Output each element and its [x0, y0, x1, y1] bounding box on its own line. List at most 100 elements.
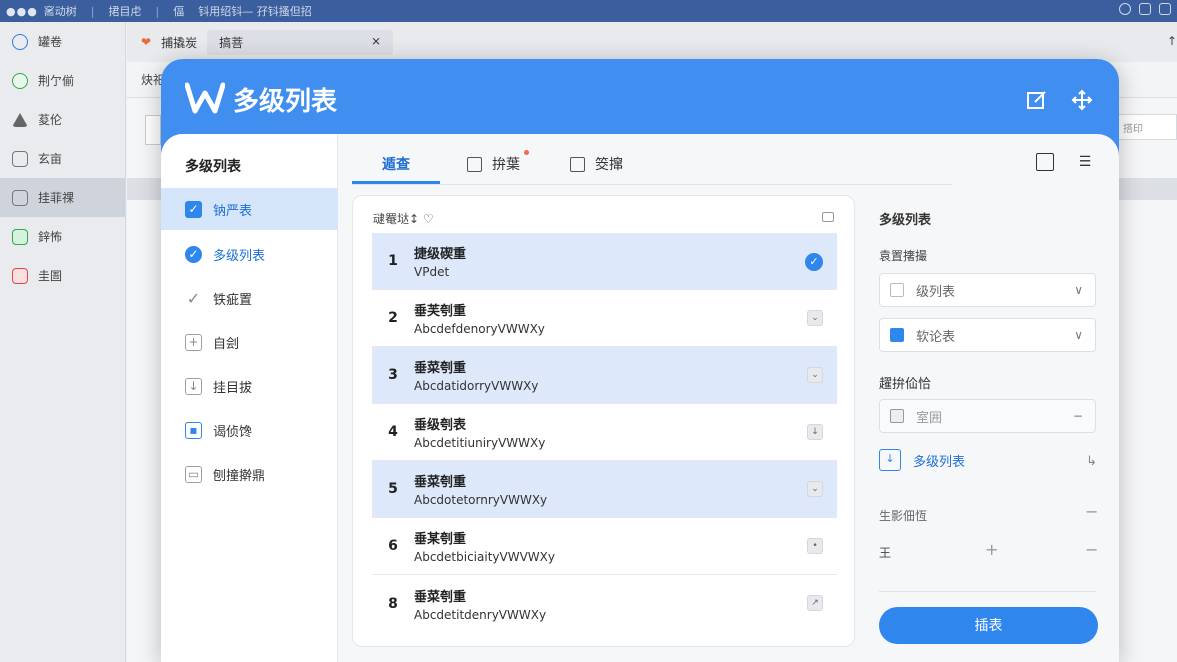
tab-edit[interactable]: 拚葉 [467, 154, 520, 174]
list-item[interactable]: 1 捷级碶重 VPdet ✓ [372, 233, 837, 290]
title-segment: 偪 [173, 5, 185, 18]
sidebar-item-label: 荾伦 [38, 113, 63, 127]
item-sub: AbcdetitdenryVWWXy [414, 607, 547, 622]
chevron-down-icon: ∨ [1074, 283, 1083, 297]
sidebar-item[interactable]: 荾伦 [0, 100, 125, 139]
sidebar-item[interactable]: 罐卷 [0, 22, 125, 61]
item-title: 垂芙刳重 [414, 304, 467, 319]
collapse-icon[interactable]: − [1085, 502, 1098, 521]
sidebar-item-label: 罐卷 [38, 35, 63, 49]
sidebar-item[interactable]: 玄亩 [0, 139, 125, 178]
multilevel-list-link[interactable]: ↓ 多级列表 [879, 449, 965, 471]
down-box-icon: ↓ [185, 377, 202, 395]
section-label: 趯拚佡恰 [879, 377, 932, 392]
dialog-sidebar-item[interactable]: ✓ 钠严表 [161, 188, 338, 230]
dialog-title: 多级列表 [233, 87, 338, 117]
link-arrow-icon[interactable]: ↳ [1086, 454, 1097, 469]
list-item[interactable]: 4 垂级刳表 AbcdetitiuniryVWWXy ↓ [372, 404, 837, 461]
dialog-sidebar-item-label: 铁疵置 [213, 292, 253, 308]
dialog-sidebar-item[interactable]: ✓ 多级列表 [161, 233, 338, 275]
chevron-down-icon[interactable]: ⌄ [807, 367, 823, 383]
list-style-select[interactable]: 软论表 ∨ [879, 318, 1096, 352]
item-title: 捷级碶重 [414, 247, 467, 262]
pin-icon[interactable] [1139, 3, 1151, 15]
link-label: 多级列表 [913, 454, 966, 470]
panel-title: 多级列表 [879, 213, 932, 228]
sidebar-item[interactable]: 圭圄 [0, 256, 125, 295]
format-box-icon [570, 156, 585, 172]
heart-icon: ❤ [141, 35, 152, 49]
item-number: 4 [388, 424, 398, 440]
dialog-body: 多级列表 ✓ 钠严表 ✓ 多级列表 ✓ 铁疵置 + 自刽 ↓ 挂目拔 ▪ 谒侦馋 ▭ 刨撞擀鼎… [161, 134, 1119, 662]
sidebar-item[interactable]: 鋅怖 [0, 217, 125, 256]
list-item[interactable]: 2 垂芙刳重 AbcdefdenoryVWWXy ⌄ [372, 290, 837, 347]
item-number: 1 [388, 253, 398, 269]
chevron-down-icon[interactable]: ⌄ [807, 481, 823, 497]
table-icon [12, 189, 28, 206]
item-sub: AbcdotetornryVWWXy [414, 493, 548, 507]
expand-icon[interactable] [822, 212, 834, 222]
item-number: 8 [388, 595, 398, 612]
background-tabs: ❤ 捕撬炭 搞菩 ⨯ ↑ [127, 22, 1177, 62]
sidebar-item[interactable]: 荆亇偂 [0, 61, 125, 100]
dialog-sidebar-item[interactable]: ↓ 挂目拔 [161, 365, 338, 407]
active-tab-indicator [352, 181, 440, 184]
item-title: 垂菜刳重 [414, 361, 467, 376]
title-separator: | [90, 4, 95, 18]
sidebar-item[interactable]: 挂菲祼 [0, 178, 125, 217]
edit-icon[interactable] [1026, 89, 1048, 111]
item-title: 垂级刳表 [414, 418, 467, 433]
position-select[interactable]: 室囲 − [879, 399, 1096, 433]
plus-icon[interactable]: + [985, 540, 998, 559]
dialog-sidebar-item[interactable]: + 自刽 [161, 321, 338, 363]
sync-icon[interactable] [1119, 3, 1131, 15]
sidebar-item-label: 圭圄 [38, 269, 63, 283]
section-label: 生影佃恆 [879, 509, 928, 523]
pin-icon[interactable]: ↗ [807, 595, 823, 611]
move-icon[interactable] [1071, 89, 1093, 111]
list-type-select[interactable]: 级列表 ∨ [879, 273, 1096, 307]
sidebar-item-label: 鋅怖 [38, 230, 63, 244]
dialog-sidebar-item[interactable]: ✓ 铁疵置 [161, 277, 338, 319]
image-box-icon: ▪ [185, 421, 202, 439]
item-sub: AbcdefdenoryVWWXy [414, 322, 545, 336]
tab-close-icon[interactable]: ⨯ [371, 34, 381, 51]
divider [879, 591, 1096, 592]
selected-check-icon[interactable]: ✓ [805, 253, 823, 271]
select-value: 室囲 [916, 410, 943, 426]
edit-box-icon [467, 156, 482, 172]
plus-box-icon: + [185, 333, 202, 351]
stepper-value: 王 [879, 546, 892, 560]
move-down-icon[interactable]: ↓ [807, 424, 823, 440]
bg-tab[interactable]: 搞菩 ⨯ [207, 29, 394, 55]
item-title: 垂菜刳重 [414, 475, 467, 490]
dialog-sidebar-item[interactable]: ▪ 谒侦馋 [161, 409, 338, 451]
box-icon [890, 409, 904, 423]
bg-field[interactable]: 搭印 [1117, 114, 1177, 140]
doc-icon [12, 150, 28, 167]
dialog-sidebar-item[interactable]: ▭ 刨撞擀鼎 [161, 453, 338, 495]
scroll-up-icon[interactable]: ↑ [1167, 34, 1177, 48]
dialog-sidebar-item-label: 挂目拔 [213, 380, 253, 396]
tab-label: 拚葉 [492, 157, 520, 173]
doc-box-icon: ▭ [185, 465, 202, 483]
bg-tab-label: 搞菩 [219, 35, 244, 50]
window-controls[interactable]: ●●● [6, 5, 38, 18]
tab-label: 筊撺 [595, 157, 623, 173]
window-icon[interactable] [1159, 3, 1171, 15]
bg-tab-label[interactable]: 捕撬炭 [161, 34, 197, 51]
list-item[interactable]: 6 垂某刳重 AbcdetbiciaityVWVWXy • [372, 518, 837, 575]
tab-format[interactable]: 筊撺 [570, 154, 623, 174]
dot-icon[interactable]: • [807, 538, 823, 554]
apply-button[interactable]: 插表 [879, 607, 1098, 644]
list-item[interactable]: 8 垂菜刳重 AbcdetitdenryVWWXy ↗ [372, 575, 837, 632]
checkbox-icon [890, 283, 904, 297]
chevron-down-icon[interactable]: ⌄ [807, 310, 823, 326]
list-item[interactable]: 5 垂菜刳重 AbcdotetornryVWWXy ⌄ [372, 461, 837, 518]
tab-search[interactable]: 遁查 [382, 154, 410, 174]
list-item[interactable]: 3 垂菜刳重 AbcdatidorryVWWXy ⌄ [372, 347, 837, 404]
bg-box [145, 115, 161, 145]
app-sidebar: 罐卷 荆亇偂 荾伦 玄亩 挂菲祼 鋅怖 圭圄 [0, 22, 126, 662]
select-value: 级列表 [916, 284, 956, 300]
minus-icon[interactable]: − [1085, 540, 1098, 559]
